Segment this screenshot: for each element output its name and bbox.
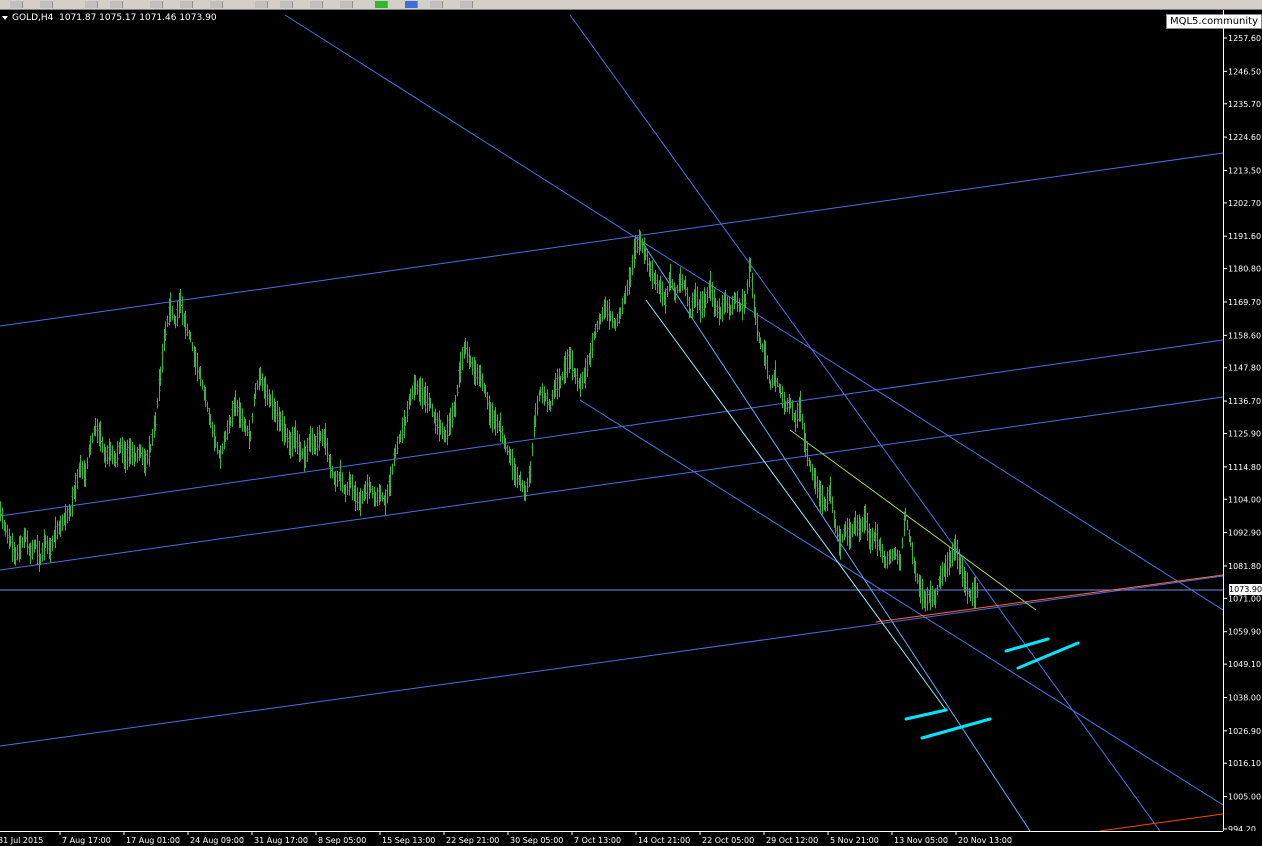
price-chart[interactable]	[0, 10, 1223, 831]
time-tick-label: 14 Oct 21:00	[638, 836, 690, 845]
time-tick-label: 20 Nov 13:00	[958, 836, 1012, 845]
price-tick-label: 1092.90	[1228, 529, 1261, 538]
price-tick-label: 1081.80	[1228, 562, 1261, 571]
toolbar-button[interactable]	[340, 1, 353, 8]
price-axis: 1257.60 1246.50 1235.70 1224.60 1213.50 1202.…	[1223, 10, 1261, 831]
trendline	[579, 399, 1223, 806]
time-tick-label: 22 Oct 05:00	[702, 836, 754, 845]
time-axis: 31 Jul 2015 7 Aug 17:00 17 Aug 01:00 24 Aug…	[0, 831, 1223, 845]
price-tick-label: 1180.80	[1228, 265, 1261, 274]
price-tick-label: 1191.60	[1228, 232, 1261, 241]
ohlc-values: 1071.87 1075.17 1071.46 1073.90	[59, 13, 217, 23]
price-tick-label: 1169.70	[1228, 298, 1261, 307]
toolbar-button[interactable]	[150, 1, 163, 8]
time-tick-label: 22 Sep 21:00	[446, 836, 499, 845]
dropdown-triangle-icon	[2, 15, 8, 20]
target-marker	[920, 717, 992, 740]
toolbar-button[interactable]	[430, 1, 443, 8]
trendline	[641, 241, 1031, 831]
time-tick-label: 7 Oct 13:00	[574, 836, 621, 845]
price-tick-label: 1016.10	[1228, 759, 1261, 768]
trendline	[0, 339, 1223, 517]
time-tick-label: 13 Nov 05:00	[894, 836, 948, 845]
toolbar-button[interactable]	[210, 1, 223, 8]
trendline	[0, 396, 1223, 571]
trendline	[0, 152, 1223, 327]
time-tick-label: 31 Aug 17:00	[254, 836, 308, 845]
price-tick-label: 1136.70	[1228, 397, 1261, 406]
globe-icon[interactable]	[405, 1, 418, 8]
trendline	[875, 574, 1223, 623]
time-tick-label: 30 Sep 05:00	[510, 836, 563, 845]
toolbar-button[interactable]	[180, 1, 193, 8]
price-tick-label: 994.20	[1228, 825, 1256, 831]
target-marker	[1004, 637, 1050, 653]
time-tick-label: 17 Aug 01:00	[126, 836, 180, 845]
time-tick-label: 5 Nov 21:00	[830, 836, 879, 845]
toolbar-button[interactable]	[85, 1, 98, 8]
price-tick-label: 1049.10	[1228, 660, 1261, 669]
trendline	[645, 299, 947, 711]
price-tick-label: 1114.80	[1228, 463, 1261, 472]
price-tick-label: 1213.50	[1228, 166, 1261, 175]
toolbar-button[interactable]	[10, 1, 23, 8]
toolbar-button[interactable]	[255, 1, 268, 8]
time-tick-label: 8 Sep 05:00	[318, 836, 366, 845]
target-markers	[904, 637, 1080, 740]
time-tick-label: 7 Aug 17:00	[62, 836, 111, 845]
price-tick-label: 1202.70	[1228, 199, 1261, 208]
time-tick-label: 31 Jul 2015	[0, 836, 43, 845]
price-tick-label: 1224.60	[1228, 133, 1261, 142]
price-tick-label: 1038.00	[1228, 693, 1261, 702]
add-icon[interactable]	[375, 1, 388, 8]
trendline	[569, 14, 1161, 831]
toolbar	[0, 0, 1262, 10]
price-tick-label: 1059.90	[1228, 628, 1261, 637]
price-tick-label: 1104.00	[1228, 495, 1261, 504]
price-tick-label: 1071.00	[1228, 594, 1261, 603]
price-tick-label: 1257.60	[1228, 34, 1261, 43]
time-tick-label: 24 Aug 09:00	[190, 836, 244, 845]
trendline	[789, 429, 1037, 611]
symbol-name: GOLD,H4	[12, 13, 54, 23]
toolbar-button[interactable]	[110, 1, 123, 8]
toolbar-button[interactable]	[280, 1, 293, 8]
price-tick-label: 1158.60	[1228, 331, 1261, 340]
price-tick-label: 1005.00	[1228, 793, 1261, 802]
time-tick-label: 29 Oct 12:00	[766, 836, 818, 845]
price-tick-label: 1125.90	[1228, 430, 1261, 439]
time-tick-label: 15 Sep 13:00	[382, 836, 435, 845]
toolbar-button[interactable]	[310, 1, 323, 8]
chart-symbol-label: GOLD,H4 1071.87 1075.17 1071.46 1073.90	[2, 13, 217, 23]
target-marker	[904, 708, 948, 721]
trendline	[0, 575, 1223, 747]
trendlines	[0, 14, 1223, 831]
trendline	[1099, 813, 1223, 831]
toolbar-button[interactable]	[40, 1, 53, 8]
price-tick-label: 1147.80	[1228, 364, 1261, 373]
current-price-label: 1073.90	[1229, 584, 1262, 595]
price-tick-label: 1026.90	[1228, 727, 1261, 736]
toolbar-button[interactable]	[460, 1, 473, 8]
price-tick-label: 1246.50	[1228, 67, 1261, 76]
price-tick-label: 1235.70	[1228, 100, 1261, 109]
